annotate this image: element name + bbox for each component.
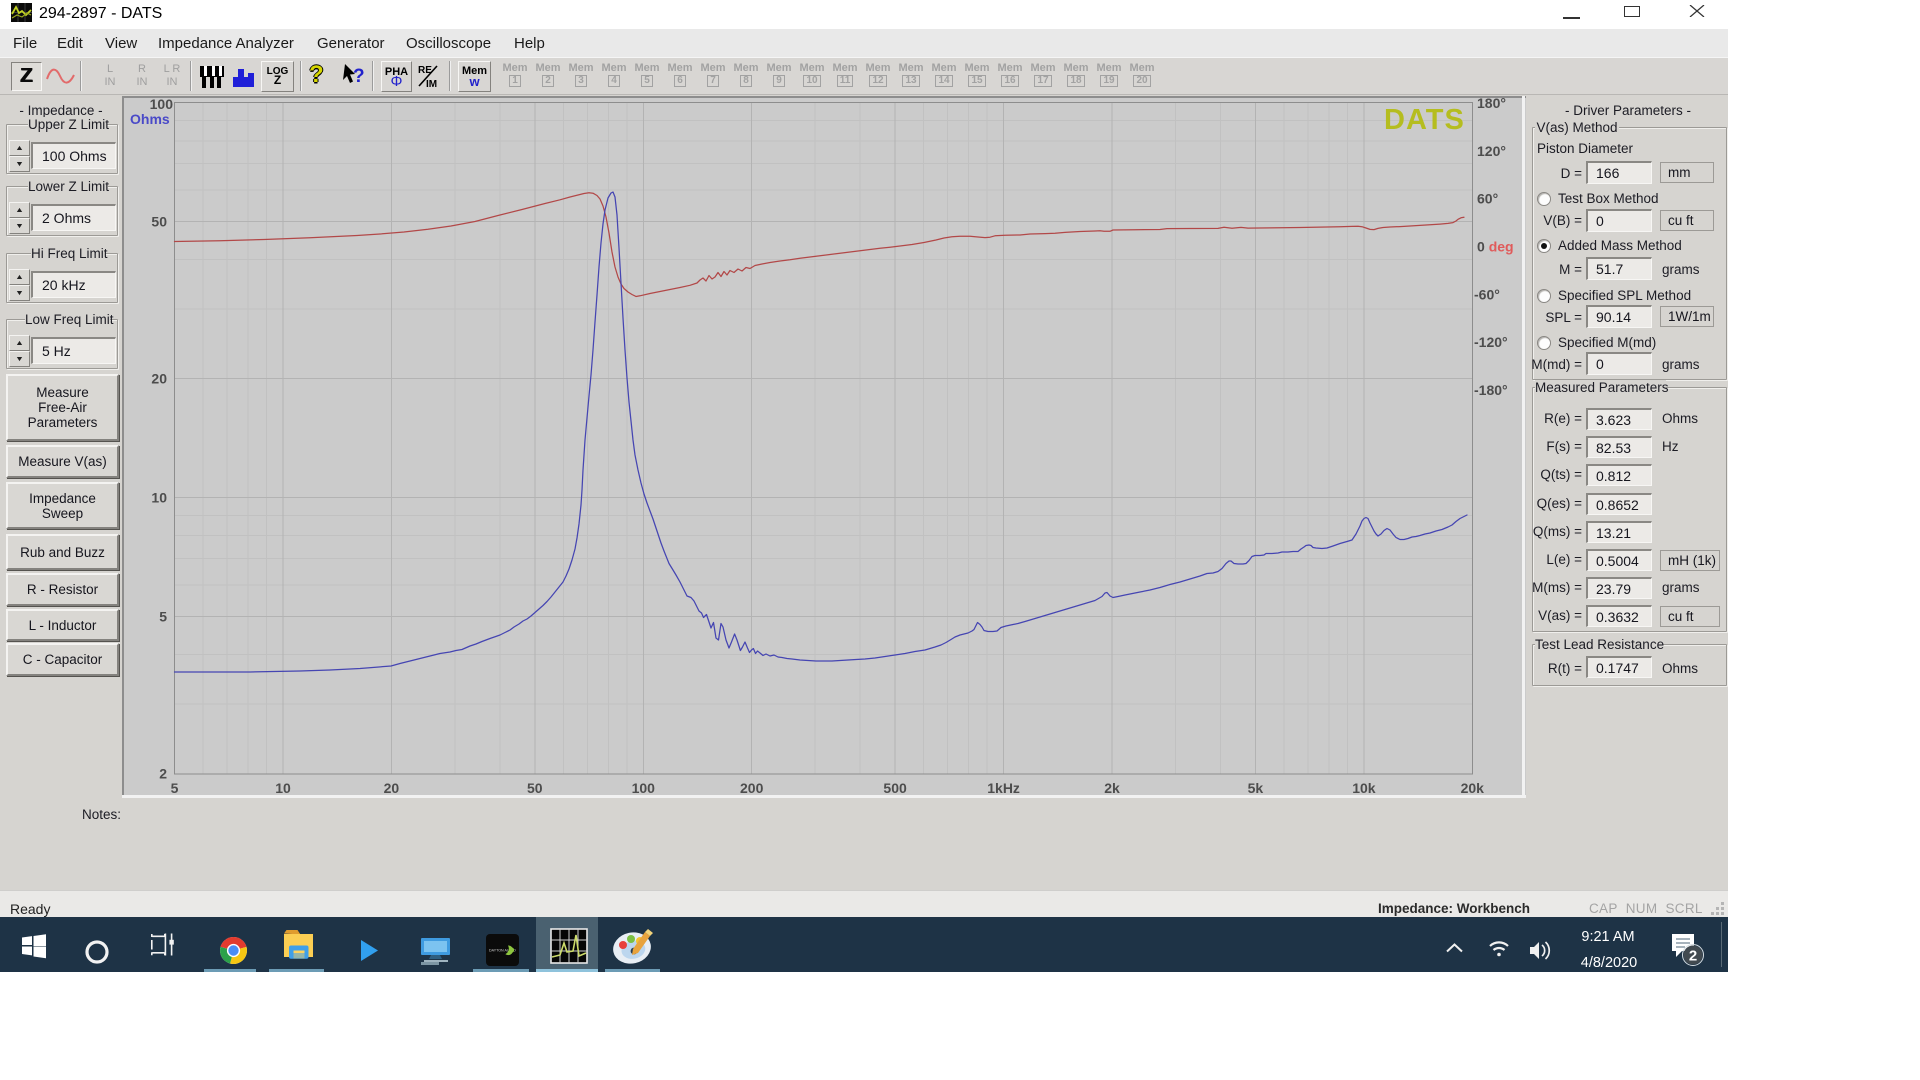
svg-text:120°: 120° bbox=[1477, 143, 1506, 159]
svg-text:200: 200 bbox=[740, 780, 764, 796]
svg-text:RE: RE bbox=[418, 65, 432, 76]
svg-text:20k: 20k bbox=[1461, 780, 1485, 796]
svg-text:IM: IM bbox=[426, 79, 437, 90]
svg-text:5k: 5k bbox=[1248, 780, 1264, 796]
svg-text:?: ? bbox=[353, 66, 365, 87]
svg-text:20: 20 bbox=[384, 780, 400, 796]
svg-text:100: 100 bbox=[150, 96, 174, 112]
svg-text:50: 50 bbox=[527, 780, 543, 796]
svg-text:4/8/2020: 4/8/2020 bbox=[1581, 955, 1637, 971]
svg-text:50: 50 bbox=[151, 213, 167, 229]
svg-text:2: 2 bbox=[1689, 948, 1697, 965]
svg-text:-180°: -180° bbox=[1474, 382, 1508, 398]
svg-text:10: 10 bbox=[275, 780, 291, 796]
svg-text:1kHz: 1kHz bbox=[987, 780, 1020, 796]
svg-text:2k: 2k bbox=[1104, 780, 1120, 796]
svg-text:180°: 180° bbox=[1477, 96, 1506, 111]
svg-text:DATS: DATS bbox=[1384, 104, 1465, 136]
svg-text:-60°: -60° bbox=[1474, 286, 1500, 302]
svg-text:5: 5 bbox=[159, 608, 167, 624]
svg-text:60°: 60° bbox=[1477, 191, 1498, 207]
svg-text:5: 5 bbox=[171, 780, 179, 796]
svg-text:10: 10 bbox=[151, 489, 167, 505]
svg-text:Ohms: Ohms bbox=[130, 111, 170, 127]
svg-text:9:21 AM: 9:21 AM bbox=[1581, 929, 1634, 945]
svg-text:20: 20 bbox=[151, 371, 167, 387]
svg-text:-120°: -120° bbox=[1474, 334, 1508, 350]
svg-text:0 deg: 0 deg bbox=[1477, 239, 1514, 255]
svg-text:10k: 10k bbox=[1352, 780, 1376, 796]
svg-text:100: 100 bbox=[632, 780, 656, 796]
svg-text:2: 2 bbox=[159, 765, 167, 781]
svg-text:500: 500 bbox=[883, 780, 907, 796]
